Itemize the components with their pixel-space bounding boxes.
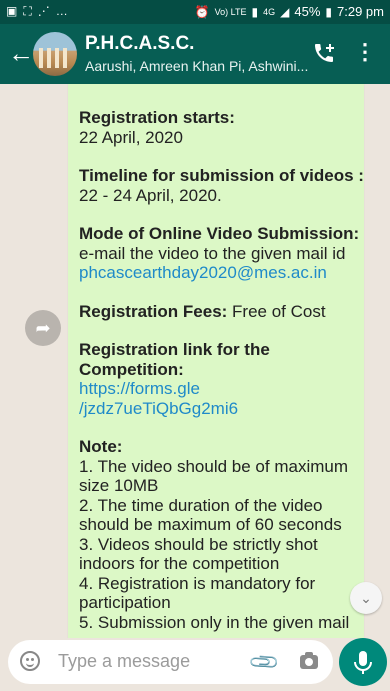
timeline-label: Timeline for submission of videos : [79, 166, 364, 185]
sim-icon: ▮ [251, 4, 259, 19]
group-members[interactable]: Aarushi, Amreen Khan Pi, Ashwini... [85, 58, 308, 74]
reg-start-label: Registration starts: [79, 108, 235, 127]
message-input-bar[interactable]: Type a message 📎 [8, 640, 333, 684]
mic-icon [354, 651, 372, 674]
forward-icon[interactable]: ➦ [25, 310, 61, 346]
attach-icon[interactable]: 📎 [247, 645, 282, 680]
mic-button[interactable] [339, 638, 387, 686]
fees-value: Free of Cost [227, 301, 326, 321]
note-item: 4. Registration is mandatory for partici… [79, 573, 316, 613]
chat-area[interactable]: ➦ Registration starts: 22 April, 2020 Ti… [0, 84, 390, 638]
mode-label: Mode of Online Video Submission: [79, 224, 360, 243]
cast-icon: ⛶ [23, 4, 32, 18]
note-label: Note: [79, 437, 123, 456]
form-link-line2: /jzdz7ueTiQbGg2mi6 [79, 398, 239, 418]
signal-icon: ◢ [280, 4, 290, 19]
link-label: Registration link for the Competition: [79, 340, 270, 379]
network-type: 4G [263, 6, 276, 17]
note-item: 1. The video should be of maximum size 1… [79, 456, 348, 496]
avatar[interactable] [33, 32, 77, 76]
note-item: 3. Videos should be strictly shot indoor… [79, 534, 318, 574]
timeline-value: 22 - 24 April, 2020. [79, 185, 222, 205]
mode-text: e-mail the video to the given mail id [79, 243, 346, 263]
reg-start-value: 22 April, 2020 [79, 127, 183, 147]
form-link[interactable]: https://forms.gle/jzdz7ueTiQbGg2mi6 [79, 379, 238, 418]
camera-icon[interactable] [300, 652, 318, 669]
emoji-icon[interactable] [20, 651, 40, 671]
email-link[interactable]: phcascearthday2020@mes.ac.in [79, 263, 327, 282]
alarm-icon: ⏰ [194, 4, 210, 19]
more-notifications: … [55, 4, 68, 18]
battery-percent: 45% [294, 4, 321, 19]
group-title[interactable]: P.H.C.A.S.C. [85, 33, 194, 55]
usb-icon: ⋰ [37, 4, 50, 18]
fees-label: Registration Fees: [79, 301, 228, 321]
battery-icon: ▮ [325, 4, 333, 19]
more-vert-icon[interactable]: ⋮ [354, 41, 376, 63]
message-text: Registration starts: 22 April, 2020 Time… [79, 108, 369, 632]
image-icon: ▣ [6, 4, 18, 18]
arrow-left-icon[interactable]: ← [8, 40, 34, 66]
clock: 7:29 pm [337, 4, 384, 19]
note-item: 5. Submission only in the given mail [79, 612, 350, 632]
form-link-line1: https://forms.gle [79, 379, 200, 398]
volte-indicator: Vo) LTE [214, 6, 247, 17]
message-input[interactable]: Type a message [58, 651, 190, 672]
add-call-icon[interactable] [312, 41, 336, 70]
note-item: 2. The time duration of the video should… [79, 495, 342, 535]
status-bar: ▣ ⛶ ⋰ … ⏰ Vo) LTE ▮ 4G ◢ 45% ▮ 7:29 pm [0, 0, 390, 24]
chat-header: ← P.H.C.A.S.C. Aarushi, Amreen Khan Pi, … [0, 24, 390, 84]
scroll-down-button[interactable]: ⌄ [350, 582, 382, 614]
